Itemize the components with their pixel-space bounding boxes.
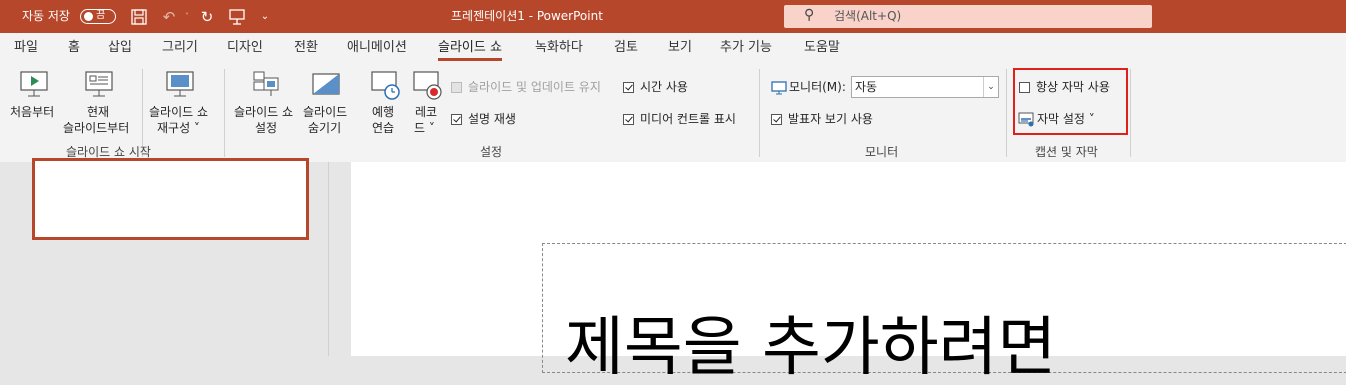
hide-slide-icon xyxy=(312,73,340,95)
separator xyxy=(224,69,225,157)
hide-slide-label-1: 슬라이드 xyxy=(303,105,348,119)
group-label-captions: 캡션 및 자막 xyxy=(1035,145,1098,159)
separator xyxy=(1130,69,1131,157)
tab-design[interactable]: 디자인 xyxy=(227,33,263,63)
toggle-knob xyxy=(84,12,93,21)
rehearse-label-1: 예행 xyxy=(372,105,395,119)
highlight-box xyxy=(1013,68,1128,135)
presenter-view-label: 발표자 보기 사용 xyxy=(788,112,873,126)
monitor-select[interactable]: 자동 ⌄ xyxy=(851,76,999,98)
play-from-start-icon xyxy=(20,71,48,97)
record-label-1: 레코 xyxy=(415,105,438,119)
keep-updated-label: 슬라이드 및 업데이트 유지 xyxy=(468,80,601,94)
tab-insert[interactable]: 삽입 xyxy=(108,33,132,63)
setup-label-2: 설정 xyxy=(255,121,278,135)
group-label-monitor: 모니터 xyxy=(865,145,899,159)
title-placeholder-text: 제목을 추가하려면 xyxy=(565,311,1057,385)
custom-show-label-2: 재구성 ˅ xyxy=(157,121,200,135)
search-icon: ⚲ xyxy=(804,7,815,23)
ribbon: 처음부터 현재 슬라이드부터 슬라이드 쇼 재구성 ˅ 슬라이드 쇼 시작 슬라… xyxy=(0,63,1346,163)
media-controls-label: 미디어 컨트롤 표시 xyxy=(640,112,736,126)
rehearse-label-2: 연습 xyxy=(372,121,395,135)
tab-draw[interactable]: 그리기 xyxy=(162,33,198,63)
presenter-view-checkbox[interactable] xyxy=(771,114,782,125)
tab-slide-show[interactable]: 슬라이드 쇼 xyxy=(438,33,502,63)
save-icon[interactable] xyxy=(130,8,148,26)
setup-show-icon xyxy=(253,71,279,96)
document-title: 프레젠테이션1 - PowerPoint xyxy=(451,9,603,23)
monitor-label: 모니터(M): xyxy=(789,80,846,94)
workspace: 제목을 추가하려면 xyxy=(0,158,1346,380)
title-bar: 자동 저장 끔 ↶ ˅ ↻ ⌄ 프레젠테이션1 - PowerPoint ⚲ 검… xyxy=(0,0,1346,33)
slide-thumbnail[interactable] xyxy=(32,158,309,240)
pane-splitter[interactable] xyxy=(328,162,350,356)
title-placeholder[interactable]: 제목을 추가하려면 xyxy=(542,243,1346,380)
from-current-label-1: 현재 xyxy=(87,105,110,119)
thumbnail-pane xyxy=(0,158,328,356)
current-slide-icon xyxy=(85,71,113,97)
use-timings-label: 시간 사용 xyxy=(640,80,688,94)
undo-icon[interactable]: ↶ xyxy=(160,8,178,26)
setup-label-1: 슬라이드 쇼 xyxy=(234,105,294,119)
keep-updated-checkbox[interactable] xyxy=(451,82,462,93)
customize-toolbar-icon[interactable]: ⌄ xyxy=(256,8,274,26)
custom-show-icon xyxy=(166,71,194,97)
custom-show-label-1: 슬라이드 쇼 xyxy=(149,105,209,119)
monitor-icon xyxy=(771,81,787,95)
autosave-state: 끔 xyxy=(96,10,106,21)
present-icon[interactable] xyxy=(228,8,246,26)
play-narration-label: 설명 재생 xyxy=(468,112,516,126)
play-narration-checkbox[interactable] xyxy=(451,114,462,125)
tab-record[interactable]: 녹화하다 xyxy=(535,33,583,63)
record-label-2: 드 ˅ xyxy=(414,121,435,135)
tab-view[interactable]: 보기 xyxy=(668,33,692,63)
autosave-label: 자동 저장 xyxy=(22,9,70,23)
group-label-setup: 설정 xyxy=(480,145,503,159)
tab-add-ins[interactable]: 추가 기능 xyxy=(720,33,772,63)
search-box[interactable]: ⚲ 검색(Alt+Q) xyxy=(784,5,1152,28)
slide-canvas[interactable]: 제목을 추가하려면 xyxy=(351,162,1346,380)
separator xyxy=(759,69,760,157)
from-beginning-label: 처음부터 xyxy=(10,105,55,119)
tab-help[interactable]: 도움말 xyxy=(804,33,840,63)
autosave-toggle[interactable]: 끔 xyxy=(80,9,116,24)
monitor-select-value: 자동 xyxy=(855,80,878,94)
separator xyxy=(1006,69,1007,157)
chevron-down-icon: ⌄ xyxy=(983,77,998,97)
tab-review[interactable]: 검토 xyxy=(614,33,638,63)
ribbon-tabs: 파일 홈 삽입 그리기 디자인 전환 애니메이션 슬라이드 쇼 녹화하다 검토 … xyxy=(0,33,1346,63)
tab-animations[interactable]: 애니메이션 xyxy=(347,33,407,63)
rehearse-clock-icon xyxy=(371,71,400,100)
tab-file[interactable]: 파일 xyxy=(14,33,38,63)
hide-slide-label-2: 숨기기 xyxy=(308,121,342,135)
redo-icon[interactable]: ↻ xyxy=(198,8,216,26)
use-timings-checkbox[interactable] xyxy=(623,82,634,93)
search-placeholder: 검색(Alt+Q) xyxy=(834,9,902,23)
tab-home[interactable]: 홈 xyxy=(68,33,80,63)
from-current-label-2: 슬라이드부터 xyxy=(63,121,130,135)
tab-transitions[interactable]: 전환 xyxy=(294,33,318,63)
media-controls-checkbox[interactable] xyxy=(623,114,634,125)
record-icon xyxy=(413,71,442,100)
undo-dropdown-icon[interactable]: ˅ xyxy=(178,8,196,26)
